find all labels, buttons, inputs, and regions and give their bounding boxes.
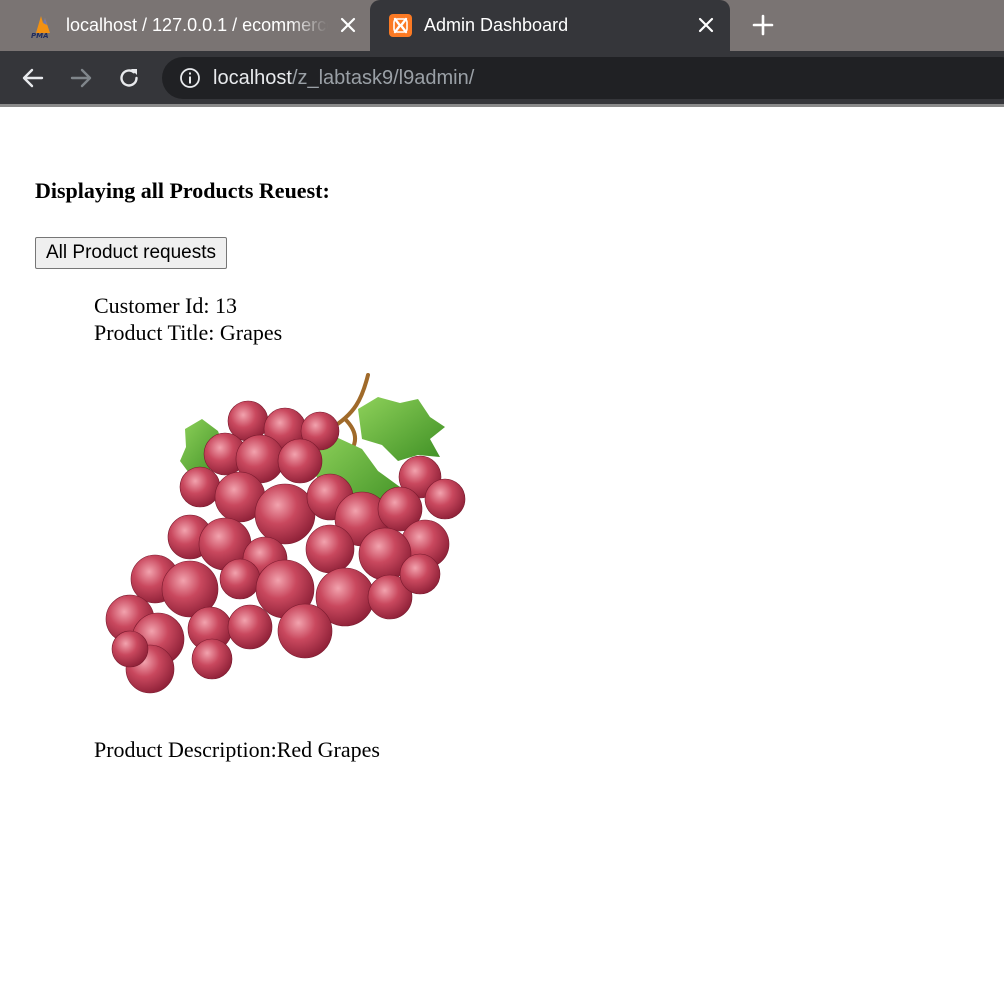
description-label: Product Description: [94, 737, 277, 762]
customer-id-value: 13 [215, 293, 237, 318]
page-heading: Displaying all Products Reuest: [35, 178, 330, 203]
new-tab-icon[interactable] [752, 14, 774, 36]
browser-toolbar: localhost/z_labtask9/l9admin/ [0, 51, 1004, 104]
product-title-line: Product Title: Grapes [94, 319, 282, 346]
info-icon[interactable] [179, 67, 201, 89]
description-value: Red Grapes [276, 737, 380, 762]
reload-icon[interactable] [117, 66, 141, 90]
xampp-icon [389, 14, 412, 37]
toolbar-divider [0, 104, 1004, 107]
product-title-value: Grapes [219, 320, 283, 345]
back-arrow-icon[interactable] [21, 66, 45, 90]
close-tab-icon[interactable] [339, 16, 357, 34]
url-text[interactable]: localhost/z_labtask9/l9admin/ [213, 66, 474, 90]
product-description: Product Description:Red Grapes [94, 736, 380, 763]
product-image [105, 373, 466, 694]
address-bar[interactable]: localhost/z_labtask9/l9admin/ [162, 57, 1004, 99]
tab-title: Admin Dashboard [424, 15, 569, 35]
close-tab-icon[interactable] [697, 16, 715, 34]
customer-id-line: Customer Id: 13 [94, 292, 282, 319]
product-request-item: Customer Id: 13 Product Title: Grapes [94, 292, 282, 346]
tab-strip: PMA localhost / 127.0.0.1 / ecommerce Ad… [0, 0, 1004, 51]
url-host: localhost [213, 67, 292, 89]
product-title-label: Product Title: [94, 320, 215, 345]
url-path: /z_labtask9/l9admin/ [291, 67, 475, 89]
all-product-requests-button[interactable]: All Product requests [35, 237, 228, 269]
tab-admin-dashboard[interactable]: Admin Dashboard [370, 0, 730, 51]
tab-phpmyadmin[interactable]: PMA localhost / 127.0.0.1 / ecommerce [0, 0, 370, 51]
phpmyadmin-icon: PMA [31, 16, 50, 39]
svg-text:PMA: PMA [31, 32, 49, 39]
tab-title: localhost / 127.0.0.1 / ecommerce [66, 15, 328, 35]
forward-arrow-icon[interactable] [69, 66, 93, 90]
customer-id-label: Customer Id: [94, 293, 210, 318]
